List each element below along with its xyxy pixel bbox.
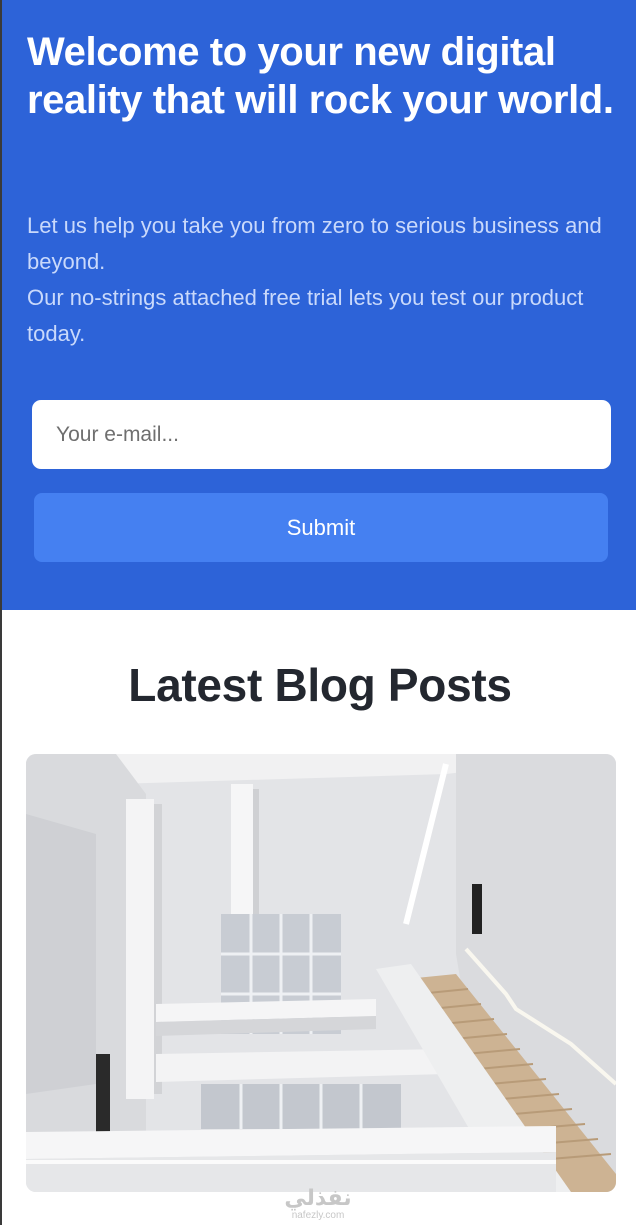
- blog-section-heading: Latest Blog Posts: [128, 659, 512, 711]
- left-border: [0, 0, 2, 1225]
- hero-section: Welcome to your new digital reality that…: [0, 0, 636, 610]
- watermark-url: nafezly.com: [291, 1210, 345, 1221]
- hero-subtitle: Let us help you take you from zero to se…: [27, 208, 607, 352]
- blog-post-image[interactable]: [26, 754, 616, 1192]
- watermark-logo: نفذلي nafezly.com: [278, 1186, 358, 1222]
- email-input[interactable]: [32, 400, 611, 469]
- hero-title: Welcome to your new digital reality that…: [27, 30, 614, 122]
- hero-subtitle-line-2: Our no-strings attached free trial lets …: [27, 285, 584, 346]
- watermark-brand: نفذلي: [284, 1185, 352, 1210]
- hero-subtitle-line-1: Let us help you take you from zero to se…: [27, 213, 602, 274]
- submit-button[interactable]: Submit: [34, 493, 608, 562]
- interior-staircase-illustration: [26, 754, 616, 1192]
